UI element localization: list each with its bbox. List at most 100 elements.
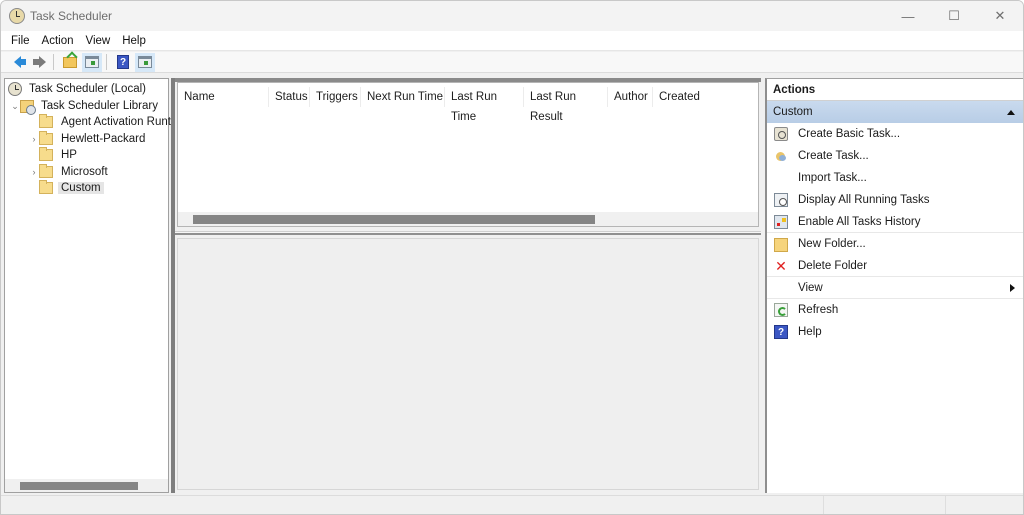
scrollbar-thumb[interactable] (20, 482, 138, 490)
tree-item-folder-selected[interactable]: Custom (29, 180, 104, 196)
blank-icon (774, 171, 788, 185)
help-button[interactable]: ? (113, 53, 133, 72)
minimize-button[interactable]: — (885, 1, 931, 31)
collapse-icon[interactable] (1007, 109, 1015, 115)
refresh-icon (774, 303, 788, 317)
column-header-author[interactable]: Author (608, 87, 653, 107)
up-one-level-button[interactable] (60, 53, 80, 72)
folder-icon (39, 147, 53, 161)
folder-icon (39, 114, 53, 128)
folder-icon (39, 131, 53, 145)
title-bar: Task Scheduler — ☐ ✕ (1, 1, 1023, 31)
tree-item-folder[interactable]: Agent Activation Runt (29, 114, 174, 130)
folder-icon (39, 180, 53, 194)
action-label: View (798, 281, 823, 294)
column-header-last-run-result[interactable]: Last Run Result (524, 87, 608, 123)
tree-item-label: Task Scheduler (Local) (29, 83, 146, 95)
menu-file[interactable]: File (5, 35, 36, 47)
menu-action[interactable]: Action (36, 35, 80, 47)
chevron-right-icon[interactable]: › (29, 134, 39, 144)
toolbar-separator (53, 54, 54, 70)
tree-item-label: HP (61, 149, 77, 161)
action-delete-folder[interactable]: ✕ Delete Folder (767, 255, 1023, 277)
column-header-created[interactable]: Created (653, 87, 713, 107)
center-pane: Name Status Triggers Next Run Time Last … (171, 78, 761, 493)
toolbar: ? (1, 52, 1023, 73)
tree-item-label: Agent Activation Runt (61, 116, 171, 128)
action-label: New Folder... (798, 238, 866, 250)
back-button[interactable] (7, 53, 27, 72)
tree-item-folder[interactable]: › Microsoft (29, 164, 111, 180)
tree-item-folder[interactable]: › Hewlett-Packard (29, 131, 148, 147)
window-title: Task Scheduler (30, 9, 113, 23)
tree-item-label: Custom (58, 182, 104, 194)
action-import-task[interactable]: Import Task... (767, 167, 1023, 189)
close-button[interactable]: ✕ (977, 1, 1023, 31)
action-label: Import Task... (798, 172, 867, 184)
column-header-status[interactable]: Status (269, 87, 310, 107)
column-header-last-run-time[interactable]: Last Run Time (445, 87, 524, 123)
menu-view[interactable]: View (80, 35, 117, 47)
action-new-folder[interactable]: New Folder... (767, 233, 1023, 255)
status-bar-panel (823, 496, 945, 514)
tree-item-folder[interactable]: HP (29, 147, 80, 163)
create-basic-task-icon (774, 127, 788, 141)
show-hide-console-tree-button[interactable] (82, 52, 102, 72)
task-scheduler-window: Task Scheduler — ☐ ✕ File Action View He… (0, 0, 1024, 515)
task-list-horizontal-scrollbar[interactable] (178, 212, 758, 226)
action-label: Help (798, 326, 822, 338)
pane-splitter[interactable] (175, 231, 761, 235)
action-label: Enable All Tasks History (798, 215, 921, 228)
action-label: Delete Folder (798, 259, 868, 272)
clock-icon (8, 82, 22, 96)
tree-item-label: Task Scheduler Library (41, 100, 158, 112)
console-tree-icon (85, 56, 99, 68)
window-controls: — ☐ ✕ (885, 1, 1023, 31)
action-label: Refresh (798, 304, 839, 316)
chevron-right-icon[interactable]: › (29, 167, 39, 177)
action-create-basic-task[interactable]: Create Basic Task... (767, 123, 1023, 145)
toolbar-separator (106, 54, 107, 70)
chevron-down-icon[interactable]: ⌄ (10, 101, 20, 112)
forward-button[interactable] (29, 53, 49, 72)
running-tasks-icon (774, 193, 788, 207)
task-scheduler-app-icon (9, 8, 25, 24)
action-display-running-tasks[interactable]: Display All Running Tasks (767, 189, 1023, 211)
folder-up-icon (63, 56, 77, 68)
actions-section-custom[interactable]: Custom (767, 101, 1023, 123)
submenu-arrow-icon (1010, 284, 1015, 292)
show-hide-action-pane-button[interactable] (135, 52, 155, 72)
console-tree: Task Scheduler (Local) ⌄ Task Scheduler … (4, 78, 171, 493)
menu-bar: File Action View Help (1, 31, 1023, 51)
create-task-icon (774, 149, 788, 163)
action-create-task[interactable]: Create Task... (767, 145, 1023, 167)
column-header-name[interactable]: Name (178, 87, 269, 107)
scrollbar-thumb[interactable] (193, 215, 595, 224)
help-icon: ? (774, 325, 788, 339)
action-label: Display All Running Tasks (798, 194, 930, 206)
action-label: Create Basic Task... (798, 128, 901, 140)
tree-item-label: Microsoft (61, 166, 108, 178)
delete-icon: ✕ (775, 257, 787, 274)
column-header-next-run-time[interactable]: Next Run Time (361, 87, 445, 107)
tree-item-label: Hewlett-Packard (61, 133, 146, 145)
task-list[interactable]: Name Status Triggers Next Run Time Last … (177, 82, 759, 227)
column-header-triggers[interactable]: Triggers (310, 87, 361, 107)
library-folder-icon (20, 99, 36, 115)
tree-horizontal-scrollbar[interactable] (5, 479, 168, 492)
action-help[interactable]: ? Help (767, 321, 1023, 343)
maximize-button[interactable]: ☐ (931, 1, 977, 31)
action-pane-icon (138, 56, 152, 68)
new-folder-icon (774, 238, 788, 252)
status-bar (1, 495, 1023, 514)
task-detail-pane (177, 238, 759, 490)
section-title: Custom (773, 106, 813, 118)
tree-item-root[interactable]: Task Scheduler (Local) (8, 81, 149, 97)
tree-item-library[interactable]: ⌄ Task Scheduler Library (10, 98, 161, 115)
task-list-header: Name Status Triggers Next Run Time Last … (178, 87, 713, 123)
action-view[interactable]: View (767, 277, 1023, 299)
action-refresh[interactable]: Refresh (767, 299, 1023, 321)
status-bar-panel (945, 496, 1023, 514)
action-enable-tasks-history[interactable]: Enable All Tasks History (767, 211, 1023, 233)
menu-help[interactable]: Help (116, 35, 152, 47)
